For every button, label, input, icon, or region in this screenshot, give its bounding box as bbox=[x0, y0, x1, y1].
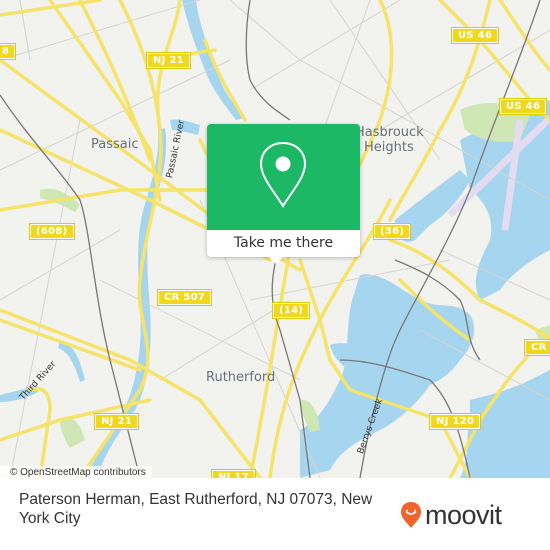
map-pin-icon bbox=[259, 141, 307, 208]
route-shield-36: (36) bbox=[372, 223, 412, 240]
moovit-pin-icon bbox=[401, 502, 421, 528]
take-me-there-button[interactable]: Take me there bbox=[207, 230, 360, 257]
route-shield-608: (608) bbox=[29, 223, 75, 240]
route-shield-us46: US 46 bbox=[498, 98, 548, 115]
route-shield-8: 8 bbox=[0, 43, 17, 60]
route-shield-cr: CR 5 bbox=[524, 339, 550, 356]
popup-pointer bbox=[269, 257, 283, 264]
place-label-rutherford: Rutherford bbox=[206, 370, 276, 385]
map-attribution[interactable]: © OpenStreetMap contributors bbox=[0, 466, 152, 478]
route-shield-nj21: NJ 21 bbox=[94, 413, 139, 430]
map-view[interactable]: Passaic Hasbrouck Heights Rutherford Pas… bbox=[0, 0, 550, 478]
location-address: Paterson Herman, East Rutherford, NJ 070… bbox=[19, 491, 373, 527]
place-label-hasbrouck-heights-line2: Heights bbox=[364, 140, 414, 155]
place-label-passaic: Passaic bbox=[91, 137, 139, 152]
moovit-logo[interactable]: moovit bbox=[400, 500, 502, 530]
brand-name: moovit bbox=[425, 500, 502, 530]
route-shield-cr507: CR 507 bbox=[156, 289, 213, 306]
place-label-hasbrouck-heights-line1: Hasbrouck bbox=[355, 125, 424, 140]
route-shield-14: (14) bbox=[271, 302, 311, 319]
route-shield-nj17: NJ 17 bbox=[211, 469, 256, 478]
route-shield-nj21: NJ 21 bbox=[146, 52, 191, 69]
route-shield-nj120: NJ 120 bbox=[428, 413, 482, 430]
route-shield-us46: US 46 bbox=[450, 27, 500, 44]
take-me-there-popup[interactable]: Take me there bbox=[207, 124, 360, 264]
